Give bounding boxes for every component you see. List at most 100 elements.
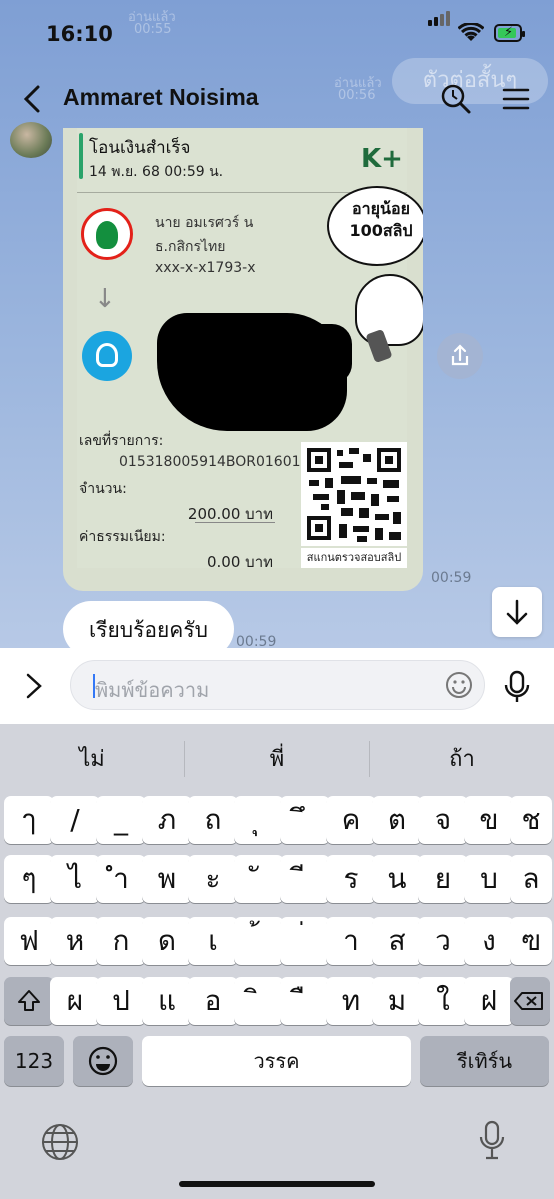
speech-text: อายุน้อย 100สลิป (349, 199, 413, 240)
arrow-down-icon: ↓ (94, 284, 116, 314)
status-time: 16:10 (46, 22, 113, 46)
numbers-key[interactable]: 123 (4, 1036, 64, 1086)
emoji-icon (88, 1046, 118, 1076)
key[interactable]: ช (510, 796, 552, 844)
delete-key[interactable] (510, 977, 550, 1025)
message-input[interactable]: พิมพ์ข้อความ (70, 660, 485, 710)
kbank-logo (81, 208, 133, 260)
amount-label: จำนวน: (79, 481, 127, 497)
key[interactable]: ฃ (510, 917, 552, 965)
slip-title: โอนเงินสำเร็จ (89, 138, 191, 158)
menu-icon[interactable] (501, 83, 533, 115)
key[interactable]: อ (188, 977, 238, 1025)
emoji-icon[interactable] (445, 671, 473, 699)
redacted-area-2 (217, 324, 352, 384)
kplus-logo: K+ (361, 144, 403, 174)
key[interactable]: ร (326, 855, 376, 903)
key[interactable]: ม (372, 977, 422, 1025)
fee-label: ค่าธรรมเนียม: (79, 529, 166, 545)
ghost-time: 00:55 (134, 22, 172, 37)
thai-keyboard: ไม่ พี่ ถ้า ๅ / _ ภ ถ ุ ึ ค ต จ ข ช ๆ ไ … (0, 724, 554, 1199)
delete-icon (514, 992, 543, 1010)
key[interactable]: ถ (188, 796, 238, 844)
key[interactable]: น (372, 855, 422, 903)
key[interactable]: ่ (280, 917, 330, 965)
home-indicator (179, 1181, 375, 1187)
qr-caption: สแกนตรวจสอบสลิป (301, 548, 407, 568)
transfer-slip: โอนเงินสำเร็จ 14 พ.ย. 68 00:59 น. K+ นาย… (77, 128, 423, 571)
key[interactable]: ท (326, 977, 376, 1025)
key[interactable]: ค (326, 796, 376, 844)
key[interactable]: ึ (280, 796, 330, 844)
key[interactable]: ส (372, 917, 422, 965)
key[interactable]: า (326, 917, 376, 965)
key[interactable]: ั (234, 855, 284, 903)
message-composer: พิมพ์ข้อความ (0, 648, 554, 724)
shift-icon (18, 990, 40, 1011)
key[interactable]: ๆ (4, 855, 54, 903)
key[interactable]: ะ (188, 855, 238, 903)
key[interactable]: ก (96, 917, 146, 965)
scroll-to-bottom-button[interactable] (492, 587, 542, 637)
key[interactable]: จ (418, 796, 468, 844)
key[interactable]: ใ (418, 977, 468, 1025)
suggestion-1[interactable]: ไม่ (0, 734, 184, 786)
wifi-icon (458, 23, 484, 41)
battery-charging-icon: ⚡ (494, 24, 525, 42)
key[interactable]: ผ (50, 977, 100, 1025)
arrow-down-icon (506, 599, 528, 625)
fee-value: 0.00 บาท (207, 553, 273, 571)
key[interactable]: ว (418, 917, 468, 965)
share-button[interactable] (437, 333, 483, 379)
dictation-microphone-icon[interactable] (478, 1120, 506, 1162)
key[interactable]: ง (464, 917, 514, 965)
key[interactable]: ฟ (4, 917, 54, 965)
space-key[interactable]: วรรค (142, 1036, 411, 1086)
key[interactable]: แ (142, 977, 192, 1025)
key[interactable]: ย (418, 855, 468, 903)
suggestion-2[interactable]: พี่ (185, 734, 369, 786)
search-icon[interactable] (440, 83, 472, 115)
emoji-key[interactable] (73, 1036, 133, 1086)
key[interactable]: ภ (142, 796, 192, 844)
key[interactable]: ไ (50, 855, 100, 903)
key[interactable]: ข (464, 796, 514, 844)
slip-image-message[interactable]: โอนเงินสำเร็จ 14 พ.ย. 68 00:59 น. K+ นาย… (63, 128, 423, 591)
microphone-icon[interactable] (503, 670, 531, 704)
share-icon (451, 344, 469, 366)
key[interactable]: พ (142, 855, 192, 903)
key[interactable]: ้ (234, 917, 284, 965)
qr-code (301, 442, 407, 546)
message-time: 00:59 (431, 570, 472, 586)
key[interactable]: ห (50, 917, 100, 965)
message-placeholder: พิมพ์ข้อความ (95, 678, 210, 702)
key[interactable]: _ (96, 796, 146, 844)
key[interactable]: ิ (234, 977, 284, 1025)
chevron-right-icon[interactable] (22, 672, 46, 700)
key[interactable]: ุ (234, 796, 284, 844)
back-chevron-icon[interactable] (20, 84, 48, 114)
key[interactable]: ื (280, 977, 330, 1025)
ref-value: 015318005914BOR01601 (119, 454, 301, 470)
cartoon-character (355, 274, 423, 346)
return-key[interactable]: รีเทิร์น (420, 1036, 549, 1086)
key[interactable]: ำ (96, 855, 146, 903)
key[interactable]: ต (372, 796, 422, 844)
ktb-logo (82, 331, 132, 381)
accent-bar (79, 133, 83, 179)
suggestion-3[interactable]: ถ้า (370, 734, 554, 786)
key[interactable]: ป (96, 977, 146, 1025)
globe-icon[interactable] (40, 1122, 80, 1162)
key[interactable]: บ (464, 855, 514, 903)
ref-label: เลขที่รายการ: (79, 433, 164, 449)
key[interactable]: ล (510, 855, 552, 903)
key[interactable]: ๅ (4, 796, 54, 844)
key[interactable]: เ (188, 917, 238, 965)
slip-date: 14 พ.ย. 68 00:59 น. (89, 164, 224, 180)
key[interactable]: ฝ (464, 977, 514, 1025)
key[interactable]: ี (280, 855, 330, 903)
avatar[interactable] (10, 122, 52, 158)
key[interactable]: / (50, 796, 100, 844)
shift-key[interactable] (4, 977, 54, 1025)
key[interactable]: ด (142, 917, 192, 965)
